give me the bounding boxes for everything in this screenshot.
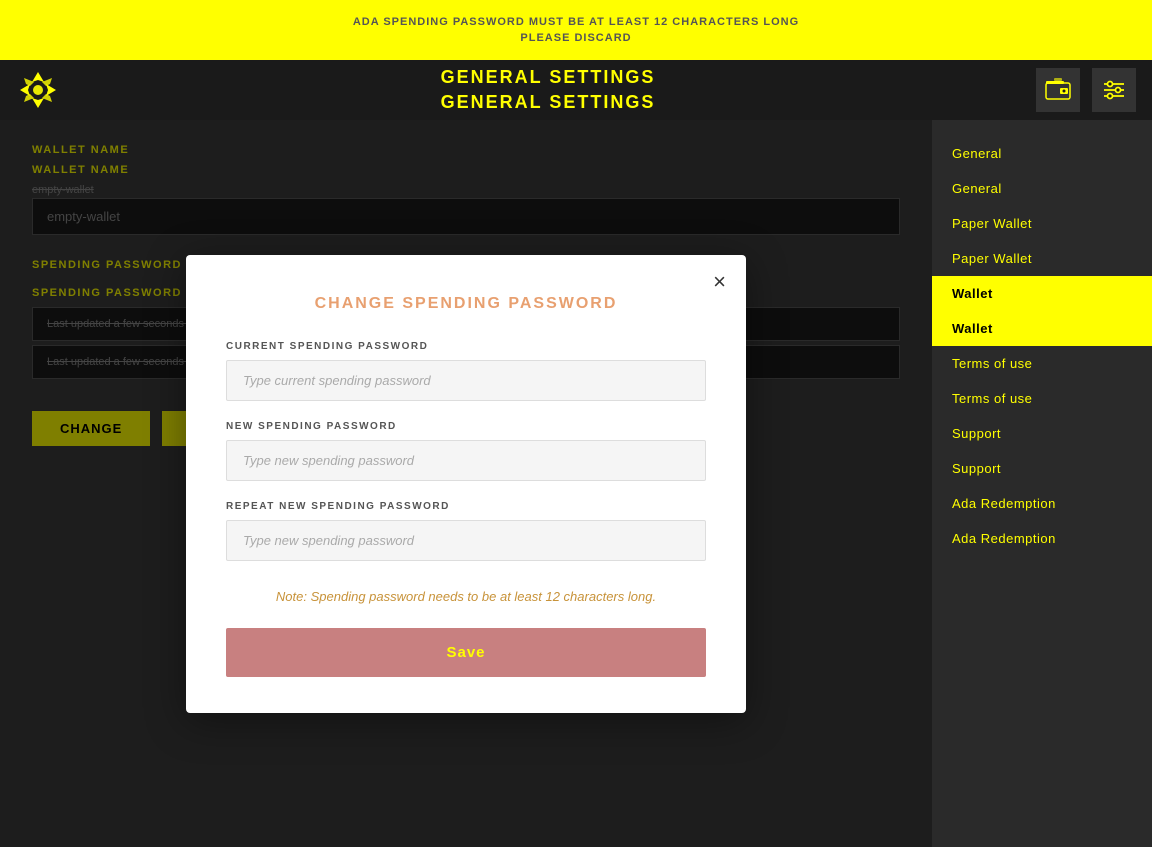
sliders-icon (1100, 76, 1128, 104)
settings-icon-button[interactable] (1092, 68, 1136, 112)
wallet-icon (1044, 76, 1072, 104)
top-banner: ADA SPENDING PASSWORD MUST BE AT LEAST 1… (0, 0, 1152, 60)
sidebar: General General Paper Wallet Paper Walle… (932, 120, 1152, 847)
cardano-logo-icon (16, 68, 60, 112)
header-logo (16, 68, 60, 112)
new-password-input[interactable] (226, 440, 706, 481)
modal-note: Note: Spending password needs to be at l… (226, 589, 706, 604)
modal-save-button[interactable]: Save (226, 628, 706, 677)
header-icons (1036, 68, 1136, 112)
header-title: GENERAL SETTINGS GENERAL SETTINGS (60, 65, 1036, 115)
wallet-icon-button[interactable] (1036, 68, 1080, 112)
sidebar-item-terms-2[interactable]: Terms of use (932, 381, 1152, 416)
sidebar-item-paper-wallet-2[interactable]: Paper Wallet (932, 241, 1152, 276)
sidebar-item-general-2[interactable]: General (932, 171, 1152, 206)
current-password-input[interactable] (226, 360, 706, 401)
top-banner-line1: ADA SPENDING PASSWORD MUST BE AT LEAST 1… (353, 14, 799, 31)
sidebar-item-terms-1[interactable]: Terms of use (932, 346, 1152, 381)
sidebar-item-ada-redemption-2[interactable]: Ada Redemption (932, 521, 1152, 556)
header-title-line2: GENERAL SETTINGS (60, 90, 1036, 115)
modal-overlay: × CHANGE SPENDING PASSWORD CURRENT SPEND… (0, 120, 932, 847)
sidebar-item-general-1[interactable]: General (932, 136, 1152, 171)
sidebar-item-paper-wallet-1[interactable]: Paper Wallet (932, 206, 1152, 241)
top-banner-line2: PLEASE DISCARD (520, 30, 631, 47)
repeat-password-input[interactable] (226, 520, 706, 561)
content-area: WALLET NAME WALLET NAME empty-wallet SPE… (0, 120, 932, 847)
header-title-line1: GENERAL SETTINGS (60, 65, 1036, 90)
sidebar-item-wallet-2[interactable]: Wallet (932, 311, 1152, 346)
change-password-modal: × CHANGE SPENDING PASSWORD CURRENT SPEND… (186, 255, 746, 713)
new-password-label: NEW SPENDING PASSWORD (226, 421, 706, 432)
repeat-password-label: REPEAT NEW SPENDING PASSWORD (226, 501, 706, 512)
main-layout: WALLET NAME WALLET NAME empty-wallet SPE… (0, 120, 1152, 847)
sidebar-item-support-2[interactable]: Support (932, 451, 1152, 486)
sidebar-item-ada-redemption-1[interactable]: Ada Redemption (932, 486, 1152, 521)
modal-close-button[interactable]: × (713, 271, 726, 293)
sidebar-item-wallet-1[interactable]: Wallet (932, 276, 1152, 311)
modal-title: CHANGE SPENDING PASSWORD (226, 295, 706, 313)
header-bar: GENERAL SETTINGS GENERAL SETTINGS (0, 60, 1152, 120)
sidebar-item-support-1[interactable]: Support (932, 416, 1152, 451)
current-password-label: CURRENT SPENDING PASSWORD (226, 341, 706, 352)
